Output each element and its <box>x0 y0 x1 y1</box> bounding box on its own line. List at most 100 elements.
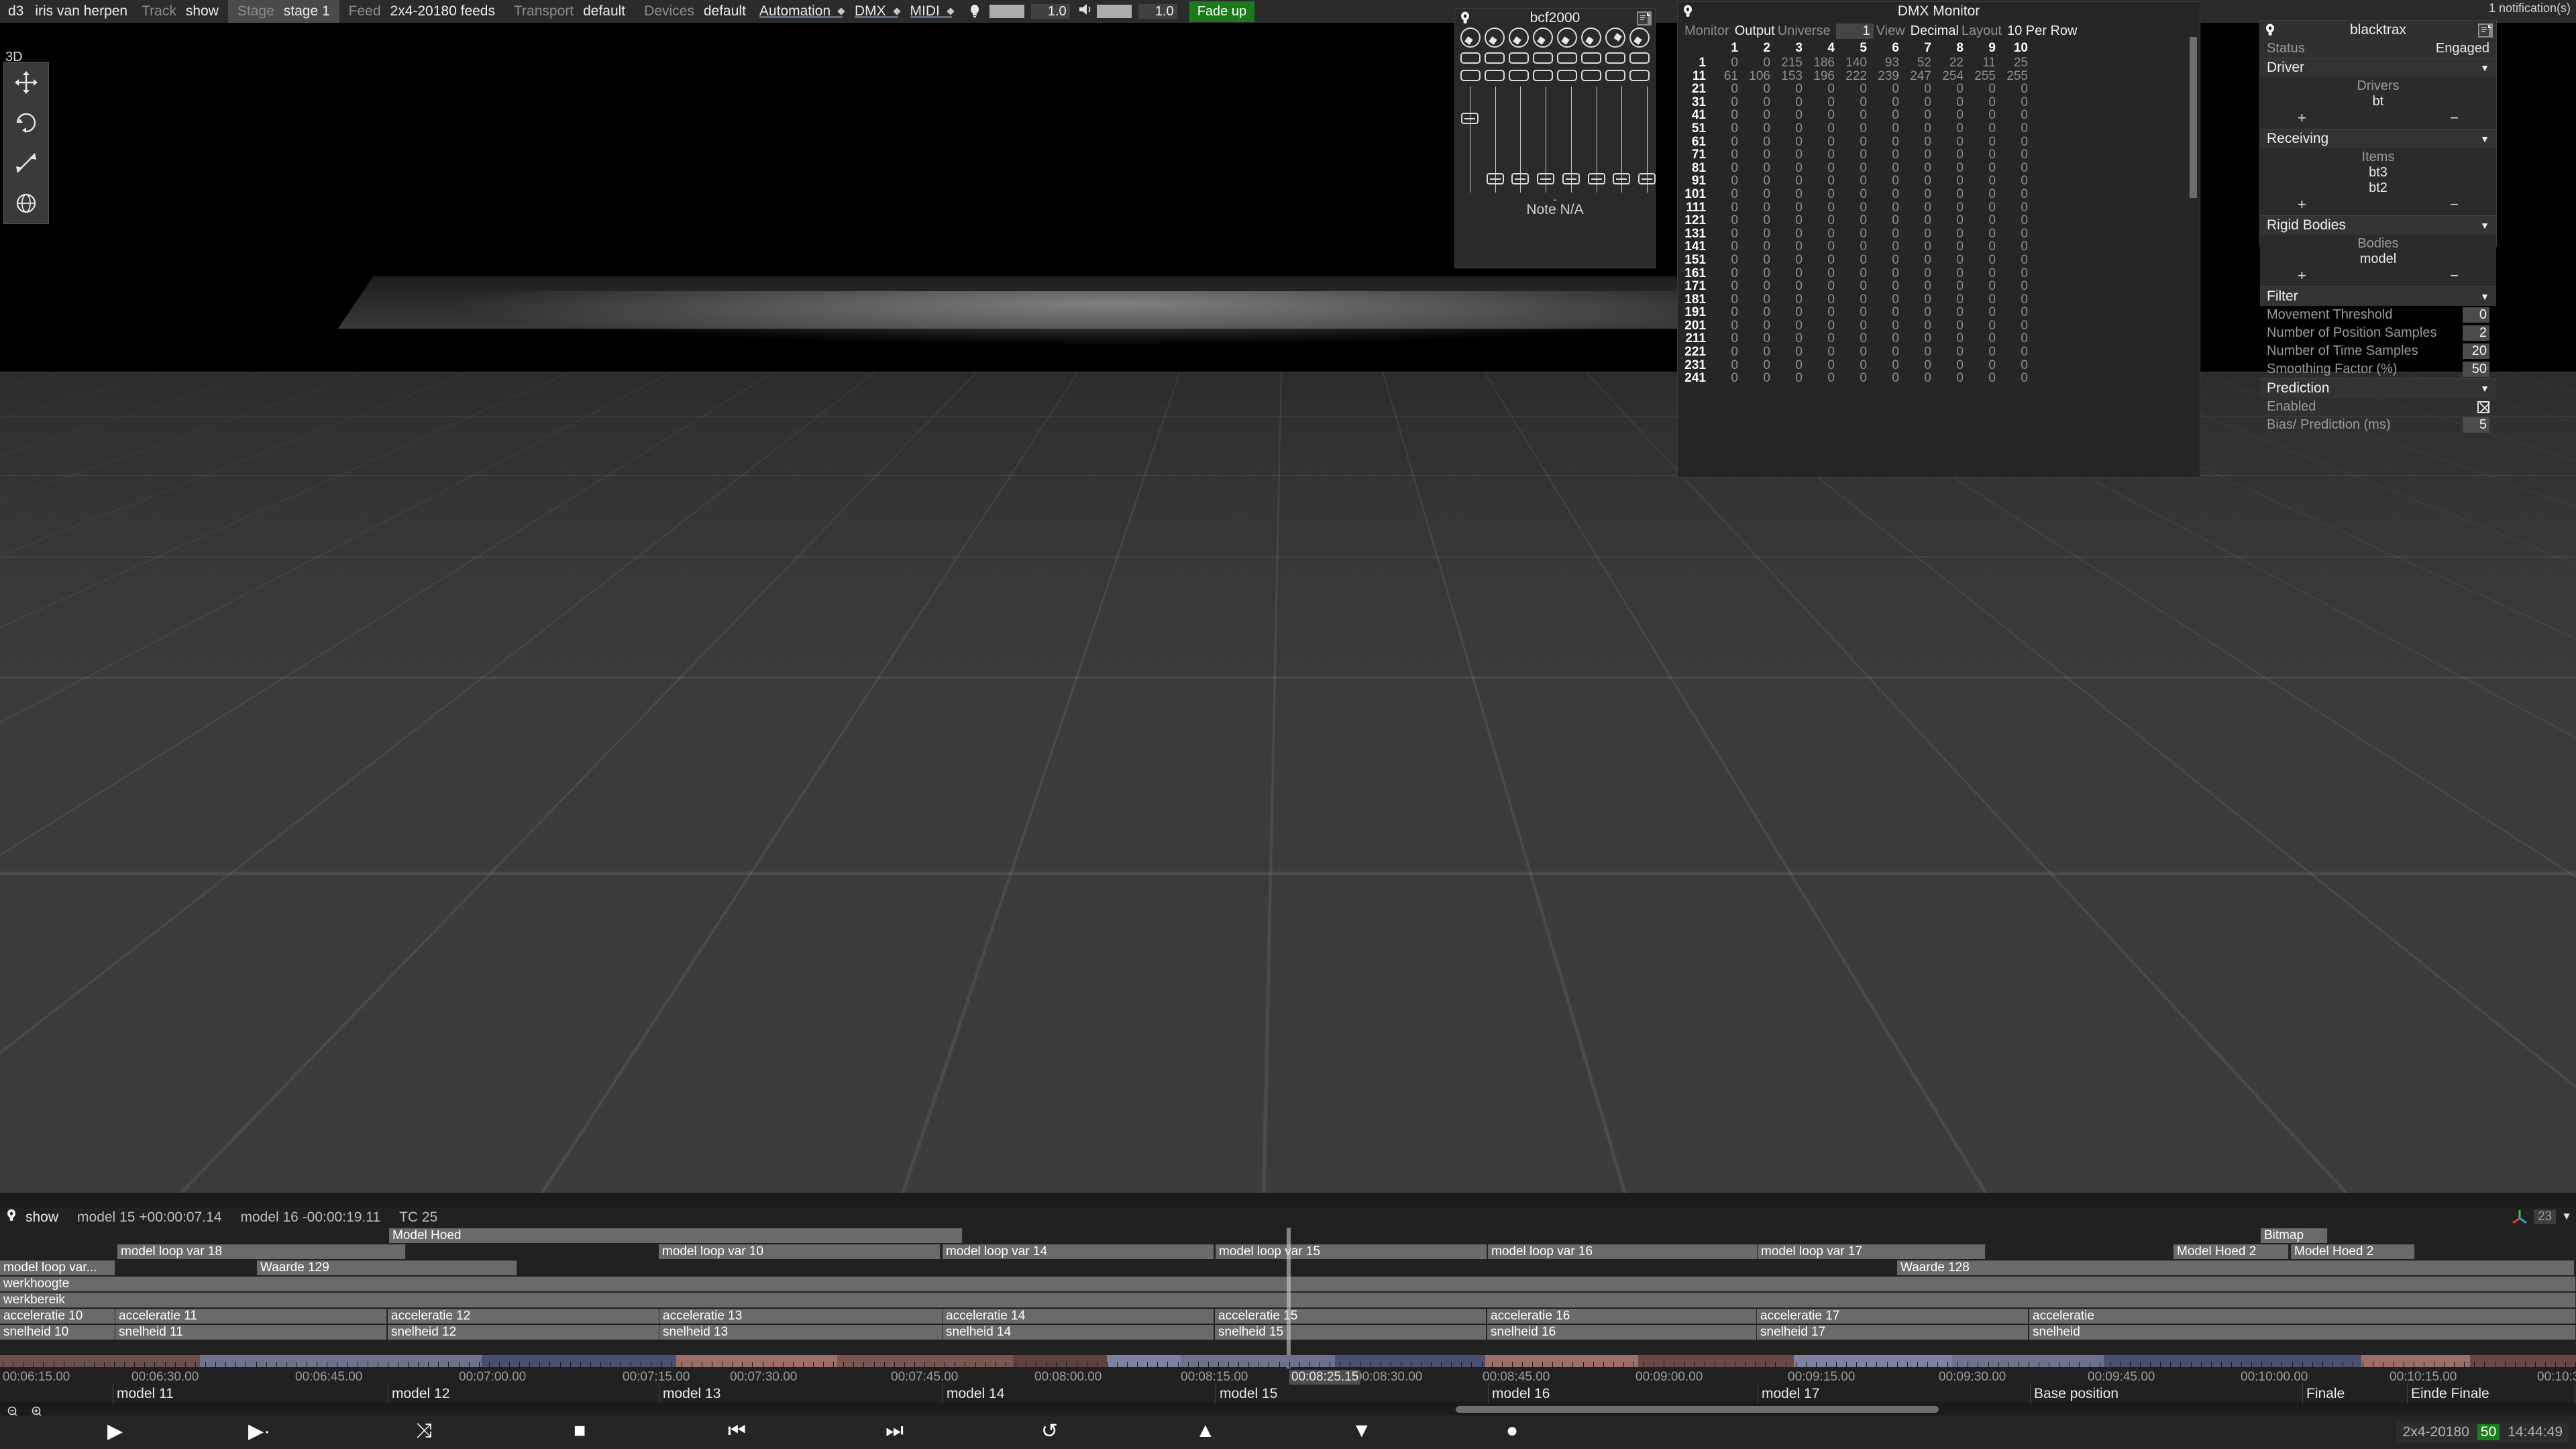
dmx-cell[interactable]: 0 <box>1741 359 1773 372</box>
dmx-cell[interactable]: 106 <box>1741 70 1773 83</box>
field-value[interactable]: 50 <box>2463 362 2489 377</box>
dmx-cell[interactable]: 0 <box>1966 148 1998 162</box>
timeline-clip[interactable]: model loop var 18 <box>117 1244 406 1259</box>
dmx-cell[interactable]: 0 <box>1837 306 1870 319</box>
filter-field[interactable]: Smoothing Factor (%) 50 <box>2260 360 2496 378</box>
dmx-cell[interactable]: 0 <box>1773 267 1805 280</box>
dmx-cell[interactable]: 0 <box>1837 162 1870 175</box>
timeline-clip[interactable]: Model Hoed <box>389 1228 963 1243</box>
dmx-cell[interactable]: 0 <box>1934 254 1966 267</box>
dmx-cell[interactable]: 0 <box>1966 345 1998 359</box>
list-item[interactable]: bt <box>2267 94 2489 109</box>
dmx-cell[interactable]: 0 <box>1709 240 1741 254</box>
bcf-button-a-1[interactable] <box>1460 52 1481 64</box>
dmx-cell[interactable]: 0 <box>1805 201 1837 215</box>
dmx-cell[interactable]: 0 <box>1998 319 2031 333</box>
dmx-cell[interactable]: 0 <box>1709 345 1741 359</box>
play-cue-button[interactable]: ▶· <box>248 1419 270 1443</box>
bcf2000-fader-bank[interactable] <box>1460 87 1650 193</box>
dmx-cell[interactable]: 0 <box>1998 227 2031 241</box>
dmx-cell[interactable]: 0 <box>1966 293 1998 307</box>
chevron-down-icon[interactable]: ▼ <box>2480 383 2489 394</box>
rotate-tool-icon[interactable] <box>4 103 48 143</box>
dmx-cell[interactable]: 0 <box>1998 306 2031 319</box>
dmx-cell[interactable]: 0 <box>1709 359 1741 372</box>
dmx-cell[interactable]: 0 <box>1773 162 1805 175</box>
dmx-cell[interactable]: 0 <box>1902 227 1934 241</box>
axis-gizmo-icon[interactable] <box>2511 1209 2528 1225</box>
dmx-cell[interactable]: 0 <box>1773 214 1805 227</box>
dmx-cell[interactable]: 0 <box>1998 267 2031 280</box>
menu-dmx[interactable]: DMX <box>851 3 906 19</box>
dmx-cell[interactable]: 0 <box>1709 136 1741 149</box>
timeline-clip[interactable]: acceleratie 13 <box>659 1309 943 1324</box>
dmx-cell[interactable]: 0 <box>1966 109 1998 122</box>
dmx-cell[interactable]: 0 <box>1741 201 1773 215</box>
dmx-cell[interactable]: 0 <box>1998 254 2031 267</box>
timeline-clip[interactable]: snelheid 11 <box>115 1325 387 1340</box>
timeline-clip[interactable]: model loop var 15 <box>1216 1244 1487 1259</box>
field-value[interactable]: 0 <box>2463 307 2489 323</box>
dmx-cell[interactable]: 0 <box>1805 293 1837 307</box>
topbar-group-transport[interactable]: Transport default <box>504 0 635 23</box>
prediction-enabled-row[interactable]: Enabled <box>2260 398 2496 416</box>
dmx-cell[interactable]: 0 <box>1805 214 1837 227</box>
bcf-button-a-4[interactable] <box>1533 52 1553 64</box>
dmx-cell[interactable]: 0 <box>1773 201 1805 215</box>
dmx-cell[interactable]: 0 <box>1805 267 1837 280</box>
dmx-cell[interactable]: 0 <box>1902 319 1934 333</box>
dmx-cell[interactable]: 0 <box>1998 201 2031 215</box>
timeline-clip[interactable]: acceleratie 10 <box>0 1309 115 1324</box>
dmx-cell[interactable]: 0 <box>1934 109 1966 122</box>
dmx-cell[interactable]: 0 <box>1998 293 2031 307</box>
bcf-button-a-7[interactable] <box>1605 52 1625 64</box>
viewport-tool-column[interactable] <box>3 62 49 224</box>
note-icon[interactable] <box>1637 11 1652 25</box>
dmx-cell[interactable]: 0 <box>1934 96 1966 109</box>
dmx-cell[interactable]: 0 <box>1709 109 1741 122</box>
remove-button[interactable]: − <box>2450 196 2459 213</box>
timeline-clip[interactable]: model loop var 17 <box>1758 1244 1986 1259</box>
dmx-cell[interactable]: 0 <box>1998 240 2031 254</box>
dmx-cell[interactable]: 0 <box>1773 109 1805 122</box>
dmx-cell[interactable]: 0 <box>1966 332 1998 345</box>
play-button[interactable]: ▶ <box>107 1419 123 1443</box>
record-button[interactable]: ● <box>1506 1419 1518 1442</box>
bcf-fader-handle-1[interactable] <box>1461 113 1479 124</box>
dmx-cell[interactable]: 0 <box>1998 188 2031 201</box>
dmx-cell[interactable]: 0 <box>1998 83 2031 96</box>
bcf-fader-handle-8[interactable] <box>1638 173 1656 184</box>
dmx-cell[interactable]: 0 <box>1805 254 1837 267</box>
timeline-marker[interactable]: model 12 <box>392 1386 449 1402</box>
bcf-knob-4[interactable] <box>1533 28 1553 48</box>
bcf-button-b-3[interactable] <box>1509 70 1529 81</box>
remove-button[interactable]: − <box>2450 109 2459 127</box>
filter-field[interactable]: Movement Threshold 0 <box>2260 306 2496 324</box>
timeline-header-right[interactable]: 23 ▼ <box>2511 1209 2572 1225</box>
dmx-cell[interactable]: 0 <box>1870 188 1902 201</box>
dmx-cell[interactable]: 0 <box>1805 109 1837 122</box>
dmx-cell[interactable]: 0 <box>1805 319 1837 333</box>
checkbox[interactable] <box>2477 401 2489 413</box>
bcf-knob-5[interactable] <box>1557 28 1577 48</box>
dmx-cell[interactable]: 0 <box>1966 162 1998 175</box>
dmx-cell[interactable]: 0 <box>1837 109 1870 122</box>
dmx-cell[interactable]: 0 <box>1870 359 1902 372</box>
dmx-cell[interactable]: 0 <box>1837 332 1870 345</box>
dmx-cell[interactable]: 0 <box>1966 280 1998 293</box>
dmx-cell[interactable]: 0 <box>1870 280 1902 293</box>
dmx-cell[interactable]: 0 <box>1870 227 1902 241</box>
timeline-clip[interactable]: Model Hoed 2 <box>2174 1244 2289 1259</box>
timeline-clip[interactable]: snelheid 12 <box>388 1325 659 1340</box>
timeline-horizontal-scrollbar[interactable] <box>1456 1406 1939 1413</box>
dmx-cell[interactable]: 0 <box>1709 280 1741 293</box>
timeline-clip[interactable]: Waarde 128 <box>1897 1260 2575 1275</box>
bcf-fader-handle-6[interactable] <box>1588 173 1605 184</box>
up-button[interactable]: ▲ <box>1195 1419 1216 1442</box>
dmx-cell[interactable]: 0 <box>1966 201 1998 215</box>
timeline-fps[interactable]: 23 <box>2534 1210 2556 1224</box>
dmx-cell[interactable]: 0 <box>1934 188 1966 201</box>
timeline-marker[interactable]: Finale <box>2306 1386 2345 1402</box>
bcf-button-a-3[interactable] <box>1509 52 1529 64</box>
dmx-cell[interactable]: 0 <box>1741 136 1773 149</box>
